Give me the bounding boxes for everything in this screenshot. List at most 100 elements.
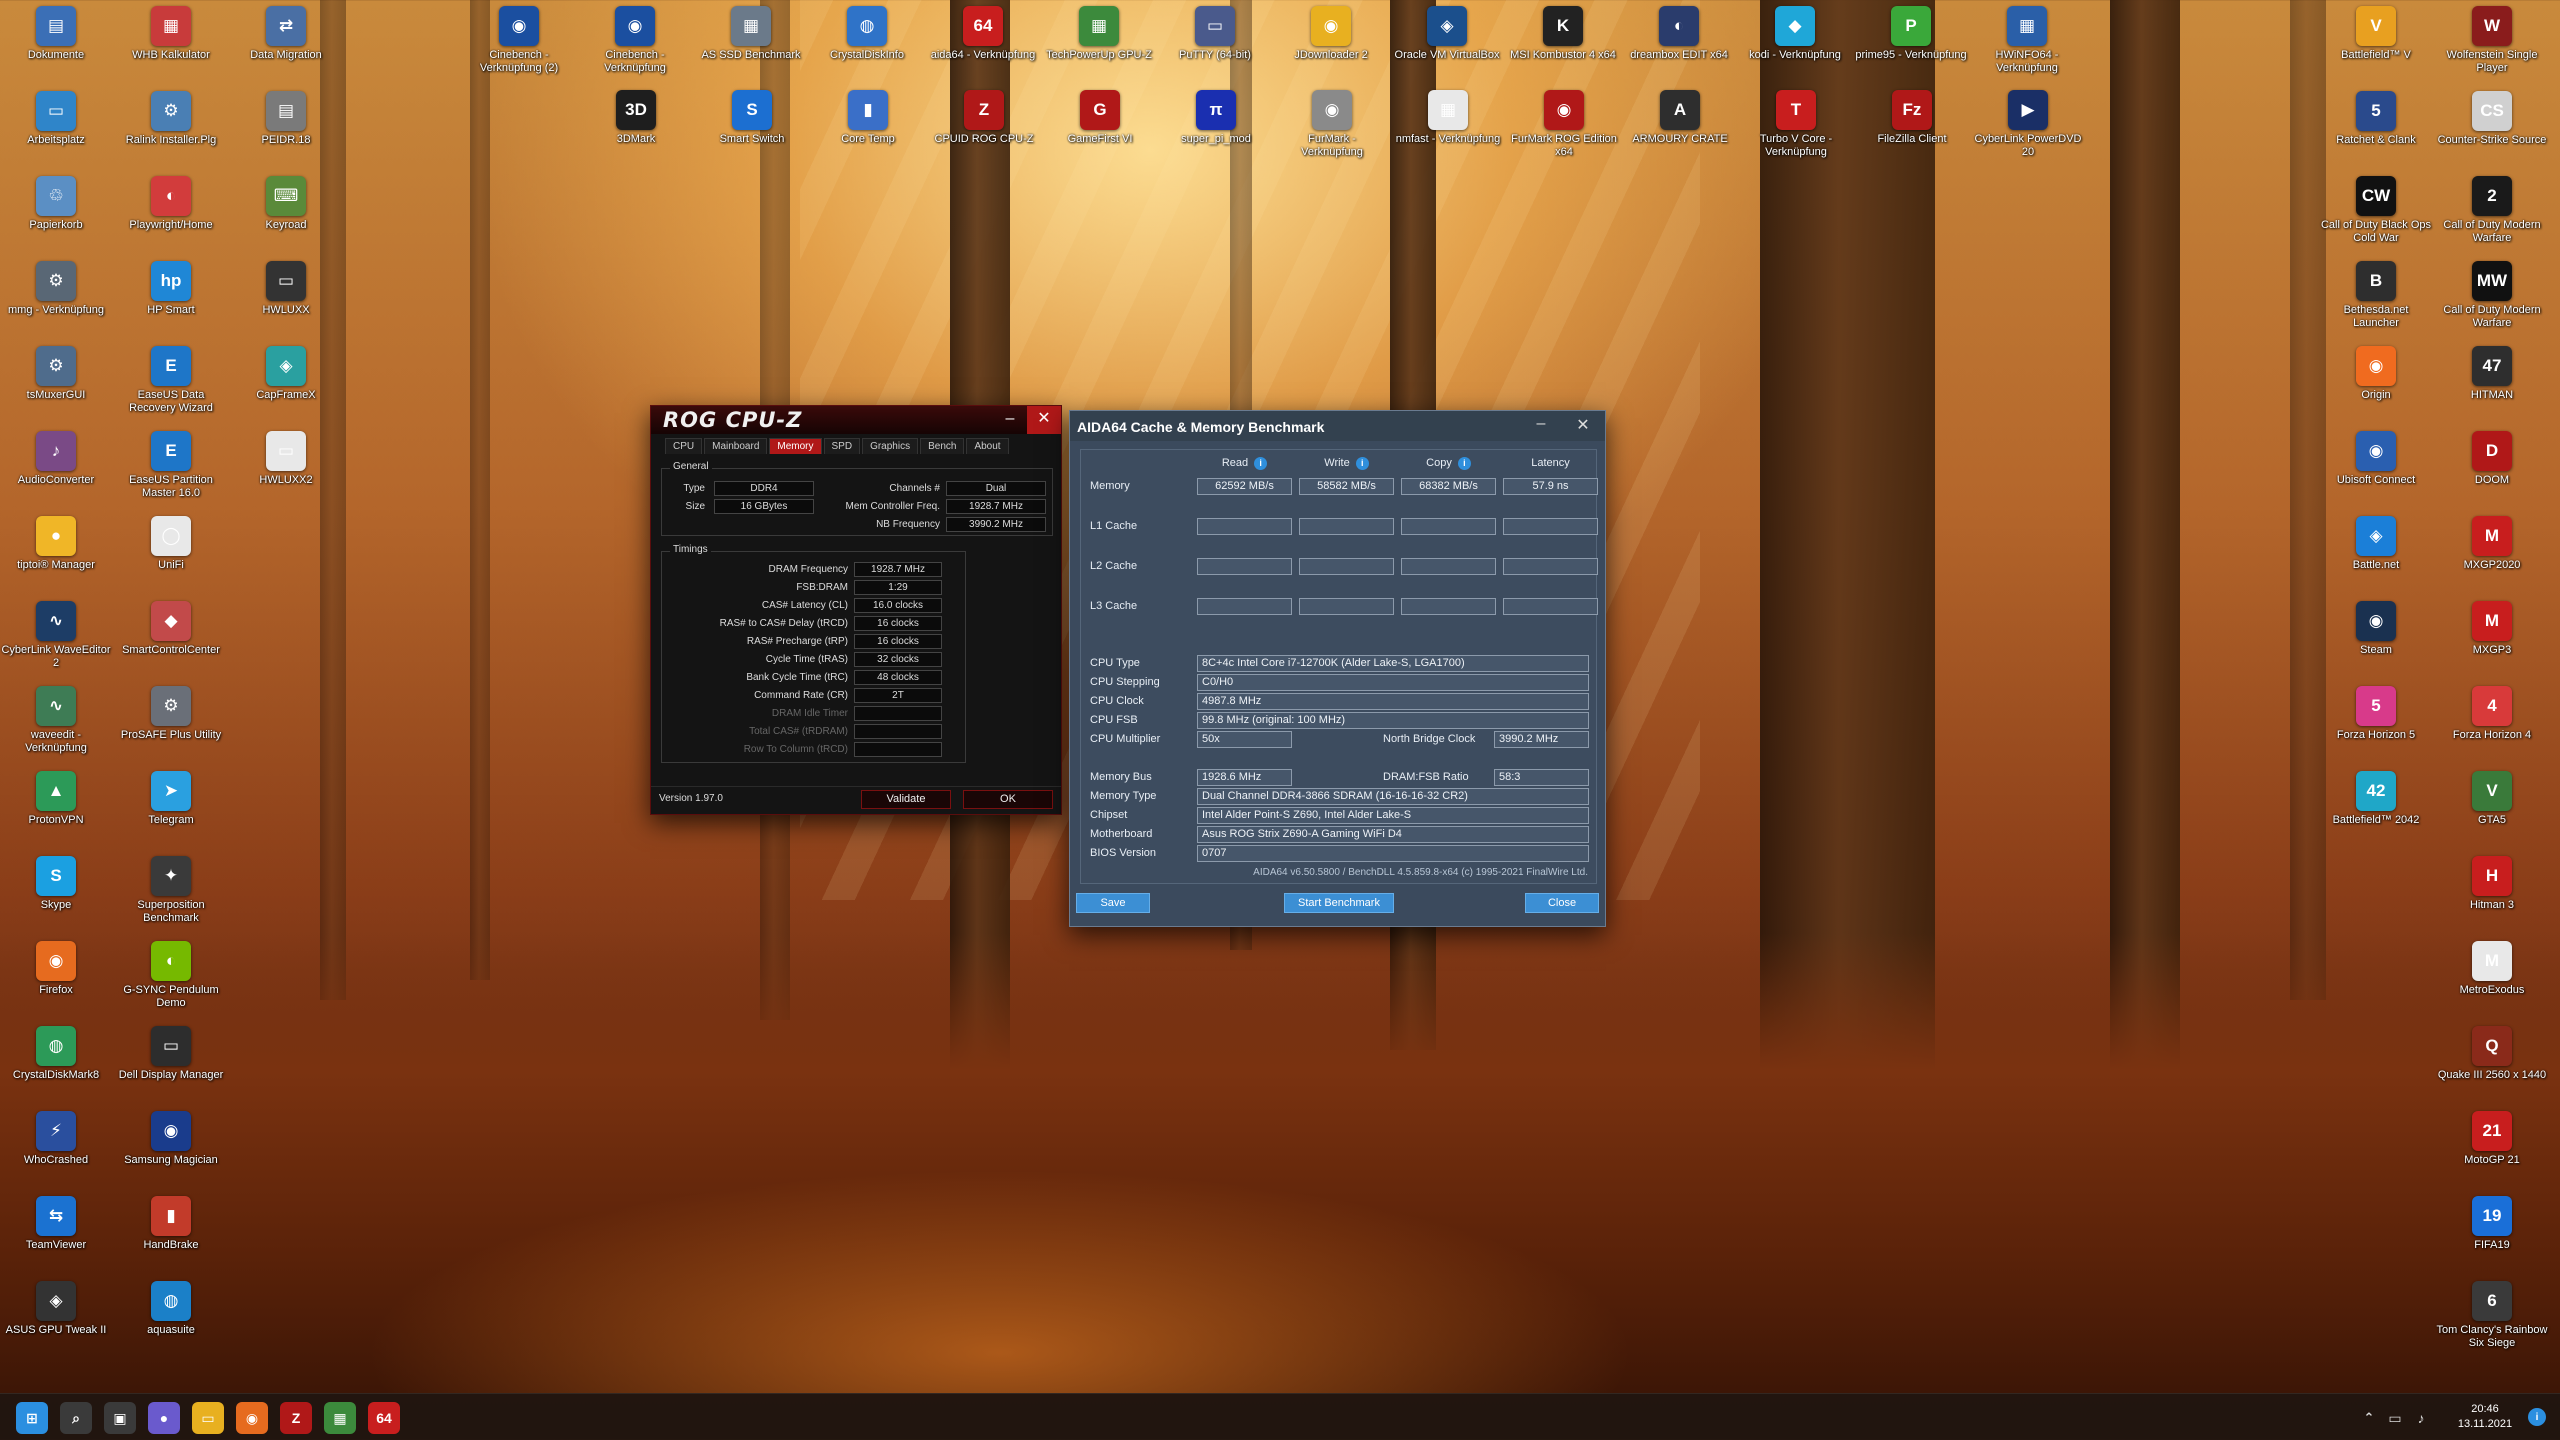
desktop-icon-turbo-v-core-verkn-pfung[interactable]: T Turbo V Core - Verknüpfung	[1740, 90, 1852, 159]
desktop-icon-ubisoft-connect[interactable]: ◉ Ubisoft Connect	[2320, 431, 2432, 487]
cpuz-taskbar-icon[interactable]: Z	[280, 1402, 312, 1434]
system-clock[interactable]: 20:46 13.11.2021	[2450, 1402, 2520, 1432]
desktop-icon-putty-64-bit[interactable]: ▭ PuTTY (64-bit)	[1159, 6, 1271, 62]
desktop-icon-cinebench-verkn-pfung-2[interactable]: ◉ Cinebench - Verknüpfung (2)	[463, 6, 575, 75]
desktop-icon-skype[interactable]: S Skype	[0, 856, 112, 912]
tab-bench[interactable]: Bench	[920, 438, 965, 454]
desktop-icon-g-sync-pendulum-demo[interactable]: ◐ G-SYNC Pendulum Demo	[115, 941, 227, 1010]
desktop-icon-dreambox-edit-x64[interactable]: ◐ dreambox EDIT x64	[1623, 6, 1735, 62]
tab-memory[interactable]: Memory	[769, 438, 822, 454]
desktop-icon-asus-gpu-tweak-ii[interactable]: ◈ ASUS GPU Tweak II	[0, 1281, 112, 1337]
desktop-icon-keyroad[interactable]: ⌨ Keyroad	[230, 176, 342, 232]
desktop-icon-papierkorb[interactable]: ♲ Papierkorb	[0, 176, 112, 232]
desktop-icon-cpuid-rog-cpu-z[interactable]: Z CPUID ROG CPU-Z	[928, 90, 1040, 146]
desktop-icon-techpowerup-gpu-z[interactable]: ▦ TechPowerUp GPU-Z	[1043, 6, 1155, 62]
desktop-icon-call-of-duty-black-ops-cold-war[interactable]: CW Call of Duty Black Ops Cold War	[2320, 176, 2432, 245]
desktop-icon-teamviewer[interactable]: ⇆ TeamViewer	[0, 1196, 112, 1252]
volume-icon[interactable]: ♪	[2410, 1402, 2432, 1434]
aida64-window[interactable]: AIDA64 Cache & Memory Benchmark – ✕ Read…	[1069, 410, 1606, 927]
close-button[interactable]: ✕	[1027, 406, 1061, 434]
close-dialog-button[interactable]: Close	[1525, 893, 1599, 913]
desktop-icon-hwinfo64-verkn-pfung[interactable]: ▦ HWiNFO64 - Verknüpfung	[1971, 6, 2083, 75]
tab-graphics[interactable]: Graphics	[862, 438, 919, 454]
desktop-icon-hwluxx2[interactable]: ▭ HWLUXX2	[230, 431, 342, 487]
aida64-title-bar[interactable]: AIDA64 Cache & Memory Benchmark – ✕	[1070, 411, 1605, 441]
desktop-icon-mxgp3[interactable]: M MXGP3	[2436, 601, 2548, 657]
desktop-icon-mmg-verkn-pfung[interactable]: ⚙ mmg - Verknüpfung	[0, 261, 112, 317]
info-icon[interactable]: i	[1457, 457, 1471, 470]
desktop-icon-furmark-rog-edition-x64[interactable]: ◉ FurMark ROG Edition x64	[1508, 90, 1620, 159]
info-icon[interactable]: i	[1254, 457, 1268, 470]
task-view-icon[interactable]: ▣	[104, 1402, 136, 1434]
desktop-icon-capframex[interactable]: ◈ CapFrameX	[230, 346, 342, 402]
desktop-icon-hwluxx[interactable]: ▭ HWLUXX	[230, 261, 342, 317]
search-icon[interactable]: ⌕	[60, 1402, 92, 1434]
desktop-icon-peidr-18[interactable]: ▤ PEIDR.18	[230, 91, 342, 147]
desktop-icon-whocrashed[interactable]: ⚡ WhoCrashed	[0, 1111, 112, 1167]
desktop-icon-call-of-duty-modern-warfare[interactable]: 2 Call of Duty Modern Warfare	[2436, 176, 2548, 245]
desktop-icon-armoury-crate[interactable]: A ARMOURY CRATE	[1624, 90, 1736, 146]
info-icon[interactable]: i	[1355, 457, 1369, 470]
desktop-icon-handbrake[interactable]: ▮ HandBrake	[115, 1196, 227, 1252]
desktop-icon-super-pi-mod[interactable]: π super_pi_mod	[1160, 90, 1272, 146]
desktop-icon-cinebench-verkn-pfung[interactable]: ◉ Cinebench - Verknüpfung	[579, 6, 691, 75]
desktop-icon-3dmark[interactable]: 3D 3DMark	[580, 90, 692, 146]
desktop-icon-tsmuxergui[interactable]: ⚙ tsMuxerGUI	[0, 346, 112, 402]
minimize-button[interactable]: –	[993, 406, 1027, 434]
desktop-icon-bethesda-net-launcher[interactable]: B Bethesda.net Launcher	[2320, 261, 2432, 330]
desktop-icon-superposition-benchmark[interactable]: ✦ Superposition Benchmark	[115, 856, 227, 925]
desktop-icon-origin[interactable]: ◉ Origin	[2320, 346, 2432, 402]
desktop-icon-protonvpn[interactable]: ▲ ProtonVPN	[0, 771, 112, 827]
desktop-icon-firefox[interactable]: ◉ Firefox	[0, 941, 112, 997]
desktop-icon-waveedit-verkn-pfung[interactable]: ∿ waveedit - Verknüpfung	[0, 686, 112, 755]
desktop-icon-crystaldiskinfo[interactable]: ◍ CrystalDiskInfo	[811, 6, 923, 62]
desktop-icon-audioconverter[interactable]: ♪ AudioConverter	[0, 431, 112, 487]
desktop-icon-kodi-verkn-pfung[interactable]: ◆ kodi - Verknüpfung	[1739, 6, 1851, 62]
desktop-icon-mxgp2020[interactable]: M MXGP2020	[2436, 516, 2548, 572]
desktop-icon-cyberlink-powerdvd-20[interactable]: ▶ CyberLink PowerDVD 20	[1972, 90, 2084, 159]
desktop-icon-arbeitsplatz[interactable]: ▭ Arbeitsplatz	[0, 91, 112, 147]
desktop-icon-msi-kombustor-4-x64[interactable]: K MSI Kombustor 4 x64	[1507, 6, 1619, 62]
desktop-icon-tiptoi-manager[interactable]: ● tiptoi® Manager	[0, 516, 112, 572]
desktop-icon-tom-clancy-s-rainbow-six-siege[interactable]: 6 Tom Clancy's Rainbow Six Siege	[2436, 1281, 2548, 1350]
desktop-icon-forza-horizon-5[interactable]: 5 Forza Horizon 5	[2320, 686, 2432, 742]
cpuz-window[interactable]: ROG CPU-Z – ✕ CPU Mainboard Memory SPD Graph…	[650, 405, 1062, 815]
start-benchmark-button[interactable]: Start Benchmark	[1284, 893, 1394, 913]
desktop-icon-doom[interactable]: D DOOM	[2436, 431, 2548, 487]
ok-button[interactable]: OK	[963, 790, 1053, 809]
desktop-icon-smart-switch[interactable]: S Smart Switch	[696, 90, 808, 146]
desktop-icon-hitman-3[interactable]: H Hitman 3	[2436, 856, 2548, 912]
chevron-up-icon[interactable]: ⌃	[2360, 1402, 2378, 1434]
chat-icon[interactable]: ●	[148, 1402, 180, 1434]
desktop-icon-whb-kalkulator[interactable]: ▦ WHB Kalkulator	[115, 6, 227, 62]
desktop-icon-easeus-partition-master-16-0[interactable]: E EaseUS Partition Master 16.0	[115, 431, 227, 500]
desktop-icon-dell-display-manager[interactable]: ▭ Dell Display Manager	[115, 1026, 227, 1082]
desktop-icon-prosafe-plus-utility[interactable]: ⚙ ProSAFE Plus Utility	[115, 686, 227, 742]
close-button[interactable]: ✕	[1568, 415, 1598, 437]
desktop-icon-furmark-verkn-pfung[interactable]: ◉ FurMark - Verknüpfung	[1276, 90, 1388, 159]
desktop-icon-gamefirst-vi[interactable]: G GameFirst VI	[1044, 90, 1156, 146]
start-button[interactable]: ⊞	[16, 1402, 48, 1434]
tab-spd[interactable]: SPD	[823, 438, 861, 454]
save-button[interactable]: Save	[1076, 893, 1150, 913]
desktop-icon-metroexodus[interactable]: M MetroExodus	[2436, 941, 2548, 997]
desktop-icon-aquasuite[interactable]: ◍ aquasuite	[115, 1281, 227, 1337]
file-explorer-icon[interactable]: ▭	[192, 1402, 224, 1434]
desktop-icon-counter-strike-source[interactable]: CS Counter-Strike Source	[2436, 91, 2548, 147]
desktop-icon-dokumente[interactable]: ▤ Dokumente	[0, 6, 112, 62]
tab-cpu[interactable]: CPU	[665, 438, 703, 454]
desktop-icon-filezilla-client[interactable]: Fz FileZilla Client	[1856, 90, 1968, 146]
desktop-icon-smartcontrolcenter[interactable]: ◆ SmartControlCenter	[115, 601, 227, 657]
aida64-taskbar-icon[interactable]: 64	[368, 1402, 400, 1434]
desktop-icon-battlefield-v[interactable]: V Battlefield™ V	[2320, 6, 2432, 62]
gpu-z-taskbar-icon[interactable]: ▦	[324, 1402, 356, 1434]
desktop-icon-quake-iii-2560-x-1440[interactable]: Q Quake III 2560 x 1440	[2436, 1026, 2548, 1082]
firefox-icon[interactable]: ◉	[236, 1402, 268, 1434]
desktop-icon-jdownloader-2[interactable]: ◉ JDownloader 2	[1275, 6, 1387, 62]
network-icon[interactable]: ▭	[2384, 1402, 2406, 1434]
desktop-icon-wolfenstein-single-player[interactable]: W Wolfenstein Single Player	[2436, 6, 2548, 75]
desktop-icon-aida64-verkn-pfung[interactable]: 64 aida64 - Verknüpfung	[927, 6, 1039, 62]
desktop-icon-nmfast-verkn-pfung[interactable]: ▦ nmfast - Verknüpfung	[1392, 90, 1504, 146]
desktop-icon-playwright-home[interactable]: ◐ Playwright/Home	[115, 176, 227, 232]
desktop-icon-core-temp[interactable]: ▮ Core Temp	[812, 90, 924, 146]
